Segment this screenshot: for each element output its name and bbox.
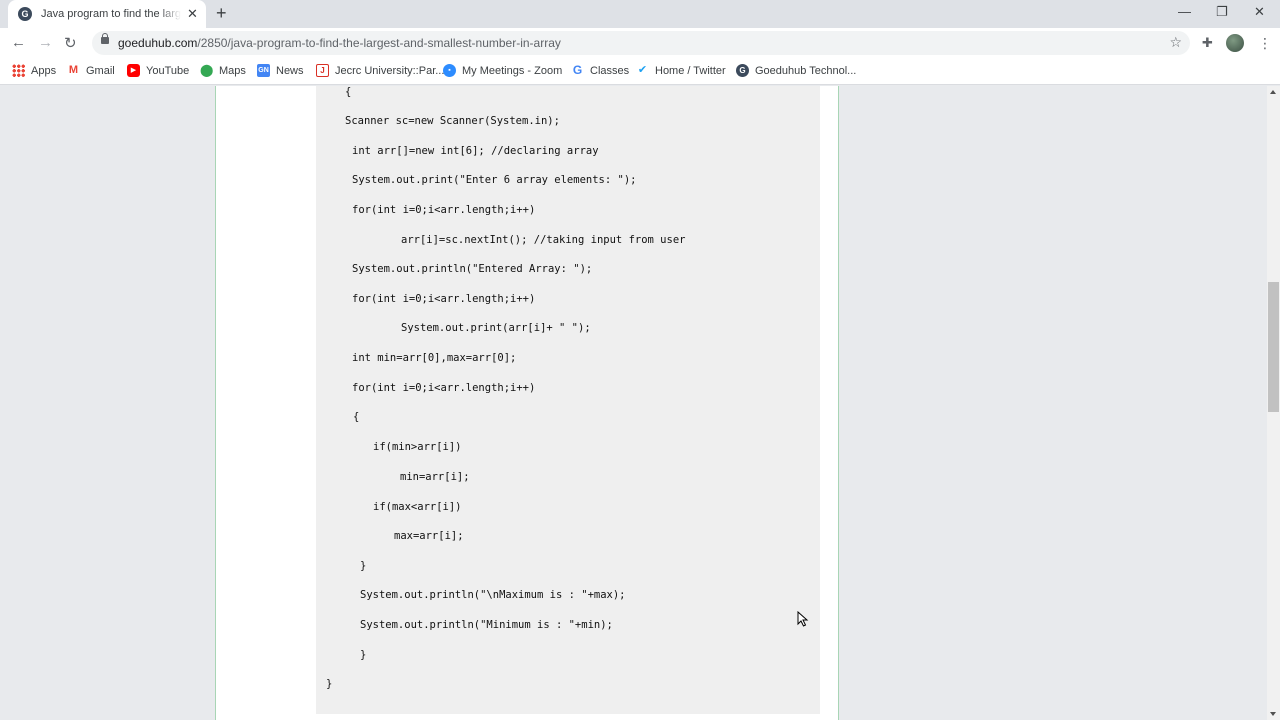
google-icon: G [571, 63, 584, 77]
code-line: arr[i]=sc.nextInt(); //taking input from… [401, 234, 686, 246]
code-line: for(int i=0;i<arr.length;i++) [352, 382, 536, 394]
tab-strip: G Java program to find the largest and s… [0, 0, 1280, 28]
code-line: for(int i=0;i<arr.length;i++) [352, 293, 536, 305]
code-line: System.out.println("Entered Array: "); [352, 263, 593, 275]
bookmark-label: My Meetings - Zoom [462, 64, 563, 77]
scrollbar-thumb[interactable] [1268, 282, 1279, 412]
scroll-down-icon[interactable] [1270, 712, 1276, 716]
news-icon: GN [257, 64, 270, 77]
window-close-icon[interactable]: ✕ [1254, 4, 1265, 20]
bookmark-twitter[interactable]: ✔ Home / Twitter [636, 64, 726, 77]
code-line: Scanner sc=new Scanner(System.in); [345, 115, 560, 127]
bookmark-label: News [276, 64, 304, 77]
bookmark-youtube[interactable]: ▶ YouTube [127, 64, 189, 77]
code-line: } [360, 560, 367, 572]
bookmark-news[interactable]: GN News [257, 64, 304, 77]
code-line: for(int i=0;i<arr.length;i++) [352, 204, 536, 216]
profile-avatar[interactable] [1226, 34, 1244, 52]
bookmark-label: Jecrc University::Par... [335, 64, 445, 77]
active-tab[interactable]: G Java program to find the largest and s… [8, 0, 206, 28]
bookmark-label: YouTube [146, 64, 190, 77]
code-line: if(min>arr[i]) [373, 441, 462, 453]
code-line: { [353, 411, 360, 423]
bookmark-label: Goeduhub Technol... [755, 64, 857, 77]
bookmark-maps[interactable]: ⬤ Maps [200, 64, 246, 77]
bookmark-goeduhub[interactable]: G Goeduhub Technol... [736, 64, 856, 77]
url-host: goeduhub.com [118, 36, 198, 50]
bookmark-apps[interactable]: Apps [12, 64, 56, 77]
article-column: { Scanner sc=new Scanner(System.in); int… [215, 86, 839, 720]
url-path: /2850/java-program-to-find-the-largest-a… [197, 36, 561, 50]
minimize-icon[interactable]: — [1178, 4, 1191, 19]
code-line: if(max<arr[i]) [373, 501, 462, 513]
code-block: { Scanner sc=new Scanner(System.in); int… [316, 86, 820, 714]
goeduhub-favicon-icon: G [18, 7, 32, 21]
code-line: int arr[]=new int[6]; //declaring array [352, 145, 599, 157]
page-scrollbar[interactable] [1267, 86, 1280, 720]
bookmark-gmail[interactable]: M Gmail [67, 64, 115, 77]
apps-grid-icon [12, 64, 25, 77]
tab-title: Java program to find the largest and sma… [41, 8, 181, 20]
bookmark-label: Home / Twitter [655, 64, 726, 77]
code-line: } [360, 649, 367, 661]
bookmark-label: Gmail [86, 64, 115, 77]
menu-kebab-icon[interactable]: ⋮ [1258, 35, 1272, 52]
code-line: max=arr[i]; [394, 530, 464, 542]
url-text: goeduhub.com/2850/java-program-to-find-t… [118, 36, 561, 50]
scroll-up-icon[interactable] [1270, 90, 1276, 94]
bookmarks-bar: Apps M Gmail ▶ YouTube ⬤ Maps GN News J Jecrc… [0, 58, 1280, 85]
bookmark-jecrc[interactable]: J Jecrc University::Par... [316, 64, 444, 77]
code-line: } [326, 678, 333, 690]
restore-icon[interactable]: ❐ [1216, 4, 1228, 20]
lock-icon [101, 33, 109, 44]
code-line: System.out.println("\nMaximum is : "+max… [360, 589, 626, 601]
twitter-icon: ✔ [636, 64, 649, 77]
code-line: { [345, 86, 352, 98]
code-line: System.out.print("Enter 6 array elements… [352, 174, 637, 186]
bookmark-zoom[interactable]: ▪ My Meetings - Zoom [443, 64, 562, 77]
bookmark-label: Classes [590, 64, 630, 77]
bookmark-label: Maps [219, 64, 246, 77]
goeduhub-icon: G [736, 64, 749, 77]
page-viewport: { Scanner sc=new Scanner(System.in); int… [0, 86, 1280, 720]
maps-icon: ⬤ [200, 63, 214, 77]
bookmark-star-icon[interactable]: ☆ [1169, 34, 1182, 51]
back-icon[interactable]: ← [11, 34, 26, 51]
code-line: System.out.print(arr[i]+ " "); [401, 322, 591, 334]
reload-icon[interactable]: ↻ [64, 34, 77, 52]
forward-icon[interactable]: → [38, 34, 53, 51]
bookmark-classes[interactable]: G Classes [571, 64, 629, 77]
code-line: System.out.println("Minimum is : "+min); [360, 619, 613, 631]
browser-toolbar: ← → ↻ goeduhub.com/2850/java-program-to-… [0, 28, 1280, 58]
bookmark-label: Apps [31, 64, 57, 77]
new-tab-icon[interactable]: + [216, 3, 227, 24]
jecrc-icon: J [316, 64, 329, 77]
youtube-icon: ▶ [127, 64, 140, 77]
close-tab-icon[interactable]: ✕ [187, 6, 198, 22]
gmail-icon: M [67, 64, 80, 77]
code-line: int min=arr[0],max=arr[0]; [352, 352, 517, 364]
code-line: min=arr[i]; [400, 471, 470, 483]
extensions-puzzle-icon[interactable]: ✚ [1202, 35, 1213, 51]
address-bar[interactable]: goeduhub.com/2850/java-program-to-find-t… [92, 31, 1190, 55]
zoom-icon: ▪ [443, 64, 456, 77]
